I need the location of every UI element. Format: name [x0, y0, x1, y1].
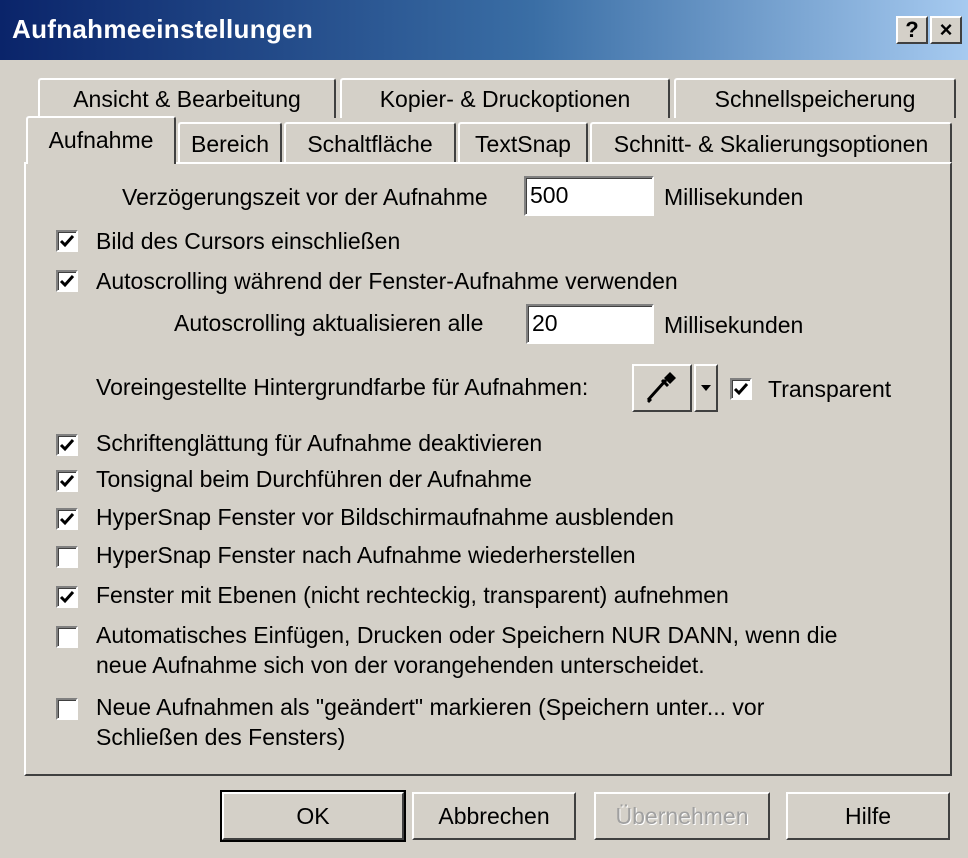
autoscroll-label: Autoscrolling während der Fenster-Aufnah…	[96, 268, 678, 294]
check-icon	[59, 475, 75, 488]
layered-windows-checkbox[interactable]	[56, 586, 78, 608]
ok-button[interactable]: OK	[220, 790, 406, 842]
hide-window-label: HyperSnap Fenster vor Bildschirmaufnahme…	[96, 504, 674, 530]
delay-input[interactable]: 500	[524, 176, 654, 216]
autoscroll-interval-input[interactable]: 20	[526, 304, 654, 344]
mark-changed-checkbox[interactable]	[56, 698, 78, 720]
check-icon	[59, 591, 75, 604]
auto-paste-label-line2: neue Aufnahme sich von der vorangehenden…	[96, 652, 705, 678]
help-button[interactable]: Hilfe	[786, 792, 950, 840]
transparent-checkbox[interactable]	[730, 378, 752, 400]
check-icon	[733, 383, 749, 396]
auto-paste-if-different-checkbox[interactable]	[56, 626, 78, 648]
layered-windows-label: Fenster mit Ebenen (nicht rechteckig, tr…	[96, 582, 729, 608]
restore-window-label: HyperSnap Fenster nach Aufnahme wiederhe…	[96, 542, 636, 568]
panel-content: Verzögerungszeit vor der Aufnahme 500 Mi…	[0, 0, 968, 858]
restore-window-checkbox[interactable]	[56, 546, 78, 568]
mark-changed-label-line2: Schließen des Fensters)	[96, 724, 346, 750]
apply-button[interactable]: Übernehmen	[594, 792, 770, 840]
check-icon	[59, 275, 75, 288]
background-color-label: Voreingestellte Hintergrundfarbe für Auf…	[96, 374, 589, 400]
color-picker-button[interactable]	[632, 364, 692, 412]
autoscroll-checkbox[interactable]	[56, 270, 78, 292]
include-cursor-checkbox[interactable]	[56, 230, 78, 252]
sound-signal-checkbox[interactable]	[56, 470, 78, 492]
delay-label: Verzögerungszeit vor der Aufnahme	[122, 184, 488, 210]
eyedropper-icon	[646, 372, 676, 403]
check-icon	[59, 513, 75, 526]
sound-signal-label: Tonsignal beim Durchführen der Aufnahme	[96, 466, 532, 492]
check-icon	[59, 439, 75, 452]
transparent-label: Transparent	[768, 376, 892, 402]
delay-unit: Millisekunden	[664, 184, 804, 210]
autoscroll-interval-unit: Millisekunden	[664, 312, 804, 338]
hide-window-checkbox[interactable]	[56, 508, 78, 530]
check-icon	[59, 235, 75, 248]
color-dropdown-button[interactable]	[694, 364, 718, 412]
cancel-button[interactable]: Abbrechen	[412, 792, 576, 840]
chevron-down-icon	[701, 385, 711, 391]
autoscroll-interval-label: Autoscrolling aktualisieren alle	[174, 310, 484, 336]
disable-font-smoothing-label: Schriftenglättung für Aufnahme deaktivie…	[96, 430, 543, 456]
auto-paste-label-line1: Automatisches Einfügen, Drucken oder Spe…	[96, 622, 838, 648]
disable-font-smoothing-checkbox[interactable]	[56, 434, 78, 456]
mark-changed-label-line1: Neue Aufnahmen als "geändert" markieren …	[96, 694, 765, 720]
include-cursor-label: Bild des Cursors einschließen	[96, 228, 401, 254]
settings-dialog: Aufnahmeeinstellungen ? × Ansicht & Bear…	[0, 0, 968, 858]
